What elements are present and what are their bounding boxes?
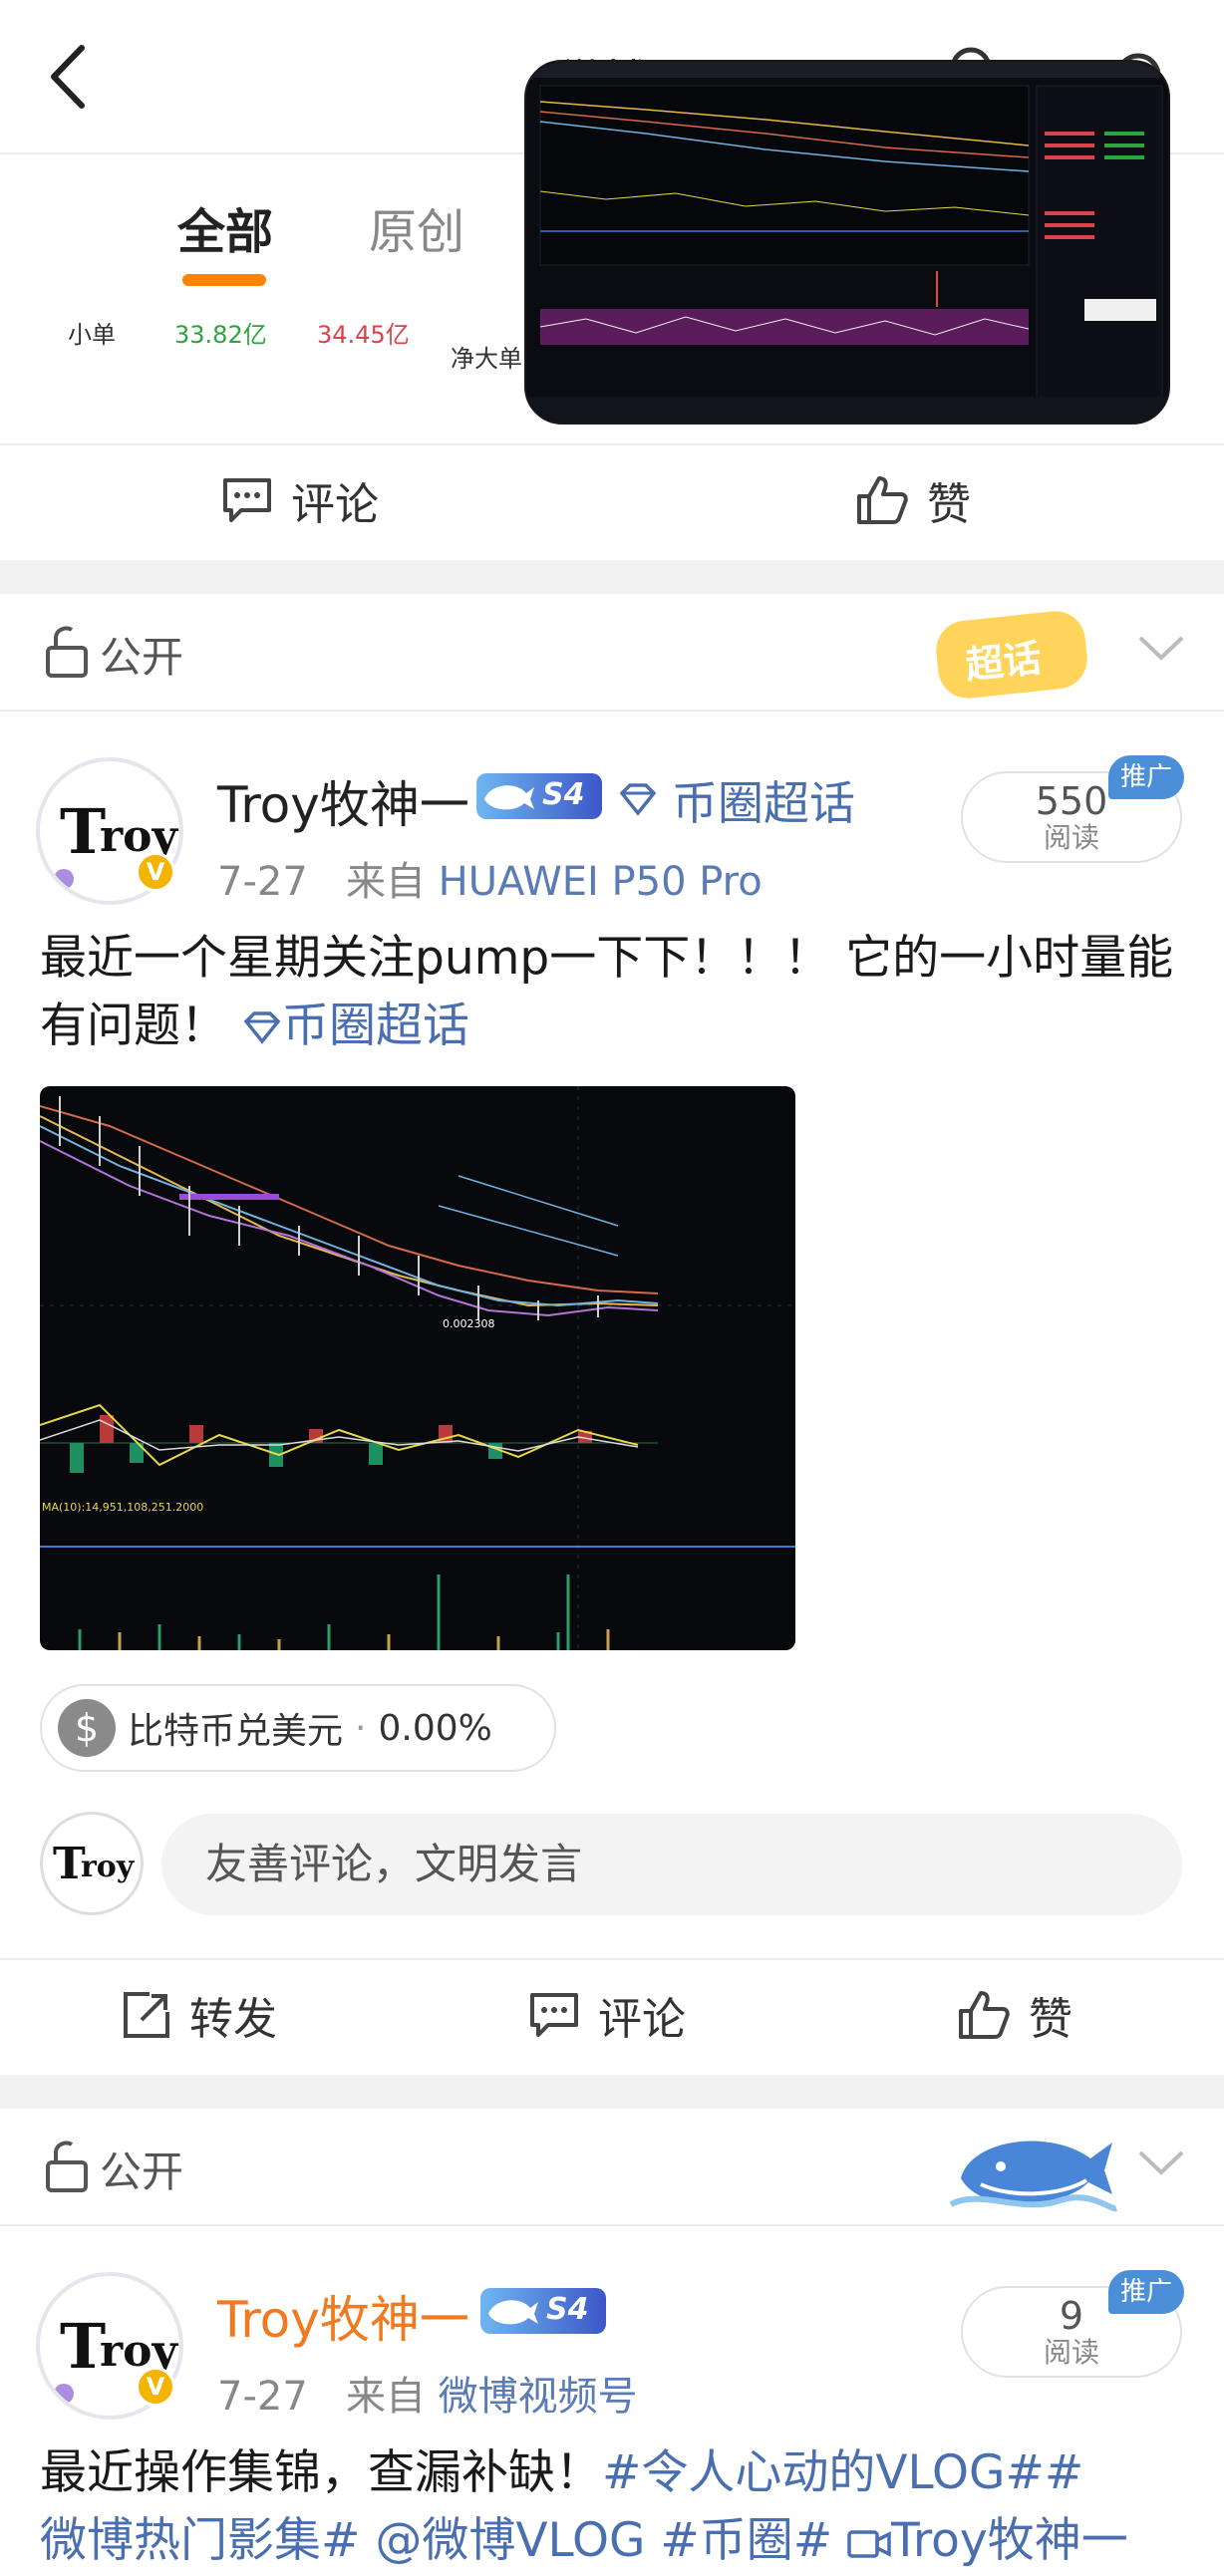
- chevron-down-icon[interactable]: [1136, 634, 1186, 664]
- video-camera-icon: [847, 2530, 891, 2558]
- post1-meta: 7-27 来自 HUAWEI P50 Pro: [217, 849, 763, 907]
- comment-button[interactable]: 评论: [528, 1960, 686, 2070]
- repost-button[interactable]: 转发: [122, 1960, 277, 2070]
- svg-text:roy: roy: [81, 1850, 136, 1884]
- chevron-down-icon[interactable]: [1136, 2148, 1186, 2178]
- read-label: 阅读: [1043, 821, 1099, 854]
- post-source[interactable]: HUAWEI P50 Pro: [439, 859, 763, 905]
- post-body: 最近操作集锦，查漏补缺！: [40, 2445, 602, 2500]
- post1-action-bar: 转发 评论 赞: [0, 1958, 1224, 2068]
- my-avatar[interactable]: T roy: [40, 1812, 144, 1915]
- whale-icon: [488, 2300, 538, 2325]
- like-label: 赞: [927, 479, 971, 530]
- read-label: 阅读: [1043, 2336, 1099, 2369]
- prev-post-action-bar: 评论 赞: [0, 443, 1224, 553]
- comment-label: 评论: [291, 479, 379, 530]
- verified-badge-icon: V: [136, 852, 175, 892]
- post2-privacy-bar: 公开: [0, 2109, 1224, 2226]
- supertopic-sticker: 超话: [933, 608, 1090, 702]
- diamond-icon: [243, 1011, 281, 1044]
- hashtag-links[interactable]: 微博热门影集# @微博VLOG #币圈#: [40, 2513, 847, 2568]
- comment-icon: [530, 1993, 578, 2037]
- post-date: 7-27: [217, 2374, 308, 2420]
- svg-text:roy: roy: [100, 811, 179, 862]
- post-body: 最近一个星期关注pump一下下！！！ 它的一小时量能有问题！: [40, 931, 1174, 1053]
- level-badge: S4: [476, 773, 602, 819]
- stock-name: 比特币兑美元: [128, 1711, 344, 1752]
- unlock-icon: [46, 2141, 88, 2192]
- video-link[interactable]: Troy牧神一: [847, 2513, 1128, 2568]
- whale-icon: [484, 785, 534, 810]
- chart-ma-label: MA(10):14,951,108,251.2000: [42, 1501, 203, 1514]
- comment-button[interactable]: 评论: [221, 445, 379, 555]
- whale-sticker-icon: [949, 2141, 1117, 2212]
- supertopic-inline-label: 币圈超话: [281, 999, 469, 1053]
- post1-chart-image[interactable]: 0.002308 MA(10):14,951,108,251.2000: [40, 1086, 795, 1650]
- comment-icon: [223, 478, 271, 522]
- tab-all[interactable]: 全部: [177, 192, 273, 262]
- video-link-label: Troy牧神一: [891, 2513, 1128, 2568]
- promo-tag: 推广: [1108, 755, 1184, 799]
- post2-meta: 7-27 来自 微博视频号: [217, 2364, 638, 2422]
- source-prefix: 来自: [345, 859, 426, 905]
- like-button[interactable]: 赞: [957, 1960, 1072, 2070]
- supertopic-inline-link[interactable]: 币圈超话: [242, 999, 469, 1053]
- comment-input-row: T roy 友善评论，文明发言: [0, 1804, 1224, 1933]
- like-button[interactable]: 赞: [855, 445, 971, 555]
- thumbs-up-icon: [959, 1991, 1010, 2039]
- net-large-order-label: 净大单: [451, 345, 522, 373]
- post1-author[interactable]: Troy牧神一: [217, 765, 469, 837]
- level-badge: S4: [480, 2288, 606, 2334]
- feed-divider: [0, 2075, 1224, 2109]
- comment-input[interactable]: 友善评论，文明发言: [161, 1814, 1182, 1915]
- feed-divider: [0, 560, 1224, 594]
- app-root: 微博 全部 原创 小单 33.82亿 34.45亿 净大单 评论: [0, 0, 1224, 2576]
- repost-label: 转发: [189, 1994, 277, 2045]
- active-tab-indicator: [182, 274, 266, 286]
- dollar-icon: $: [58, 1699, 116, 1757]
- privacy-label: 公开: [100, 633, 184, 682]
- stock-change: 0.00%: [378, 1707, 492, 1749]
- order-size-label: 小单: [68, 321, 116, 349]
- supertopic-link[interactable]: 币圈超话: [672, 767, 855, 833]
- svg-text:roy: roy: [100, 2326, 179, 2377]
- chart-price-label: 0.002308: [443, 1317, 495, 1330]
- picture-in-picture-overlay[interactable]: [524, 60, 1170, 425]
- stock-chip[interactable]: $ 比特币兑美元 · 0.00%: [40, 1684, 556, 1772]
- privacy-label: 公开: [100, 2147, 184, 2196]
- post2-author[interactable]: Troy牧神一: [217, 2280, 469, 2352]
- like-label: 赞: [1029, 1994, 1072, 2045]
- source-prefix: 来自: [345, 2374, 426, 2420]
- back-arrow-icon[interactable]: [44, 42, 94, 112]
- unlock-icon: [46, 626, 88, 678]
- separator-dot: ·: [355, 1707, 367, 1749]
- post2-text: 最近操作集锦，查漏补缺！#令人心动的VLOG## 微博热门影集# @微博VLOG…: [40, 2439, 1186, 2575]
- troy-logo-icon: T roy: [53, 1839, 136, 1889]
- comment-label: 评论: [598, 1994, 686, 2045]
- tab-original[interactable]: 原创: [369, 192, 464, 262]
- diamond-icon: [619, 783, 657, 816]
- repost-icon: [124, 1992, 169, 2038]
- thumbs-up-icon: [857, 476, 908, 524]
- trading-screen-graphic: [526, 62, 1168, 423]
- verified-badge-icon: V: [136, 2367, 175, 2407]
- post1-privacy-bar: 公开 超话: [0, 594, 1224, 712]
- sell-value: 34.45亿: [317, 321, 410, 349]
- post-source[interactable]: 微博视频号: [439, 2374, 638, 2420]
- promo-tag: 推广: [1108, 2270, 1184, 2314]
- post-date: 7-27: [217, 859, 308, 905]
- candlestick-chart-graphic: 0.002308 MA(10):14,951,108,251.2000: [40, 1086, 795, 1650]
- buy-value: 33.82亿: [174, 321, 267, 349]
- hashtag-link[interactable]: #令人心动的VLOG##: [602, 2445, 1083, 2500]
- post1-text: 最近一个星期关注pump一下下！！！ 它的一小时量能有问题！ 币圈超话: [40, 925, 1186, 1060]
